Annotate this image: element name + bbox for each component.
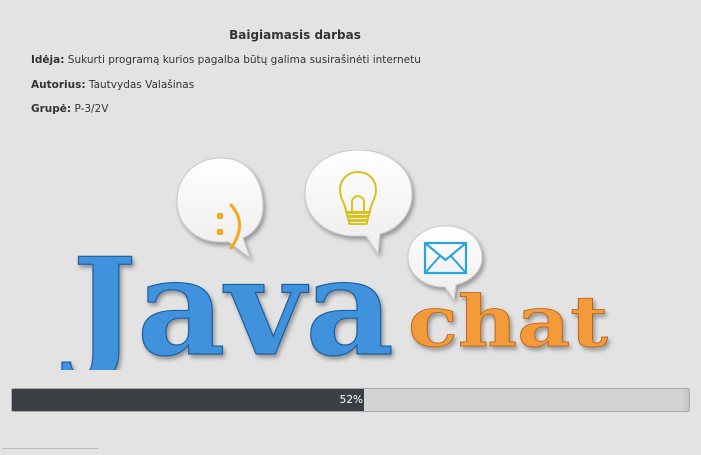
idea-row: Idėja: Sukurti programą kurios pagalba b… [31, 54, 421, 66]
java-chat-logo: Java chat [61, 150, 608, 370]
idea-label: Idėja: [31, 54, 65, 66]
progress-endcap [681, 389, 689, 411]
author-value: Tautvydas Valašinas [88, 79, 195, 91]
group-label: Grupė: [31, 103, 72, 115]
logo-word-chat: chat [408, 280, 608, 363]
loading-progress-bar: 52% [11, 388, 690, 412]
splash-window: Baigiamasis darbas Idėja: Sukurti progra… [0, 0, 701, 454]
group-row: Grupė: P-3/2V [31, 103, 108, 115]
author-label: Autorius: [31, 79, 86, 91]
logo-word-java: Java [62, 228, 394, 370]
idea-value: Sukurti programą kurios pagalba būtų gal… [67, 54, 421, 66]
author-row: Autorius: Tautvydas Valašinas [31, 79, 194, 91]
progress-label: 52% [339, 394, 363, 406]
group-value: P-3/2V [74, 103, 109, 115]
page-title: Baigiamasis darbas [229, 28, 361, 42]
